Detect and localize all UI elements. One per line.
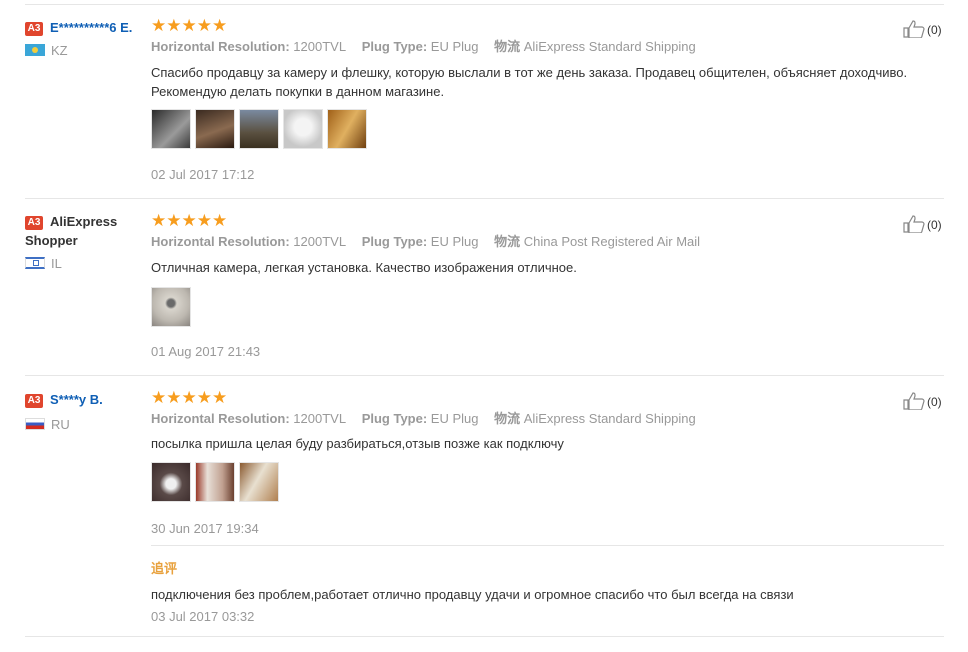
prop-value: EU Plug (430, 39, 479, 54)
thumbs-up-icon (903, 20, 925, 39)
prop-value: AliExpress Standard Shipping (523, 39, 696, 54)
prop-key: Plug Type: (361, 39, 428, 54)
helpful-button[interactable]: (0) (903, 20, 942, 39)
prop-key: Horizontal Resolution: (151, 39, 290, 54)
review-body: ★★★★★ Horizontal Resolution: 1200TVL Plu… (151, 212, 946, 329)
purchase-properties: Horizontal Resolution: 1200TVL Plug Type… (151, 38, 946, 56)
review-photo-thumbnail[interactable] (195, 462, 235, 502)
review-photo-thumbnail[interactable] (283, 109, 323, 149)
helpful-count: (0) (927, 23, 942, 37)
divider (25, 636, 944, 637)
reviewer-info: A3 S****y B. RU (25, 390, 145, 433)
divider (25, 198, 944, 199)
helpful-count: (0) (927, 218, 942, 232)
review-photos (151, 462, 946, 504)
prop-key: 物流 (494, 234, 521, 249)
purchase-properties: Horizontal Resolution: 1200TVL Plug Type… (151, 410, 946, 428)
helpful-count: (0) (927, 395, 942, 409)
reviewer-country: RU (25, 417, 145, 433)
kz-flag-icon (25, 44, 45, 56)
country-code: IL (51, 256, 62, 271)
review-body: ★★★★★ Horizontal Resolution: 1200TVL Plu… (151, 389, 946, 504)
prop-value: 1200TVL (293, 234, 347, 249)
country-code: RU (51, 417, 70, 432)
prop-key: Plug Type: (361, 411, 428, 426)
level-badge: A3 (25, 394, 43, 408)
review-date: 01 Aug 2017 21:43 (151, 344, 261, 359)
prop-value: China Post Registered Air Mail (523, 234, 701, 249)
prop-value: 1200TVL (293, 411, 347, 426)
reviewer-name-link[interactable]: S****y B. (50, 392, 103, 407)
prop-key: 物流 (494, 411, 521, 426)
country-code: KZ (51, 43, 68, 58)
star-rating: ★★★★★ (151, 211, 228, 230)
followup-text: подключения без проблем,работает отлично… (151, 587, 794, 602)
star-rating: ★★★★★ (151, 16, 228, 35)
level-badge: A3 (25, 22, 43, 36)
review-photo-thumbnail[interactable] (327, 109, 367, 149)
prop-key: Horizontal Resolution: (151, 411, 290, 426)
divider (25, 4, 944, 5)
followup-title: 追评 (151, 561, 178, 576)
review-date: 02 Jul 2017 17:12 (151, 167, 255, 182)
review-text: Спасибо продавцу за камеру и флешку, кот… (151, 65, 908, 99)
review-photo-thumbnail[interactable] (151, 109, 191, 149)
review-photo-thumbnail[interactable] (151, 462, 191, 502)
review-text: Отличная камера, легкая установка. Качес… (151, 260, 577, 275)
reviewer-country: KZ (25, 43, 145, 59)
prop-value: EU Plug (430, 411, 479, 426)
thumbs-up-icon (903, 215, 925, 234)
prop-key: Horizontal Resolution: (151, 234, 290, 249)
prop-key: 物流 (494, 39, 521, 54)
thumbs-up-icon (903, 392, 925, 411)
reviewer-name-link[interactable]: E**********6 E. (50, 20, 132, 35)
review-body: ★★★★★ Horizontal Resolution: 1200TVL Plu… (151, 17, 946, 151)
helpful-button[interactable]: (0) (903, 215, 942, 234)
reviewer-info: A3 AliExpress Shopper IL (25, 212, 145, 272)
helpful-button[interactable]: (0) (903, 392, 942, 411)
level-badge: A3 (25, 216, 43, 230)
prop-value: AliExpress Standard Shipping (523, 411, 696, 426)
review-photo-thumbnail[interactable] (239, 462, 279, 502)
review-photo-thumbnail[interactable] (151, 287, 191, 327)
review-date: 30 Jun 2017 19:34 (151, 521, 259, 536)
followup-date: 03 Jul 2017 03:32 (151, 609, 255, 624)
prop-value: 1200TVL (293, 39, 347, 54)
purchase-properties: Horizontal Resolution: 1200TVL Plug Type… (151, 233, 946, 251)
star-rating: ★★★★★ (151, 388, 228, 407)
review-text: посылка пришла целая буду разбираться,от… (151, 436, 564, 451)
reviewer-country: IL (25, 256, 145, 272)
review-photo-thumbnail[interactable] (195, 109, 235, 149)
prop-key: Plug Type: (361, 234, 428, 249)
prop-value: EU Plug (430, 234, 479, 249)
ru-flag-icon (25, 418, 45, 430)
followup-divider (151, 545, 944, 546)
reviewer-info: A3 E**********6 E. KZ (25, 18, 145, 59)
review-photo-thumbnail[interactable] (239, 109, 279, 149)
review-photos (151, 109, 946, 151)
review-photos (151, 287, 946, 329)
divider (25, 375, 944, 376)
il-flag-icon (25, 257, 45, 269)
